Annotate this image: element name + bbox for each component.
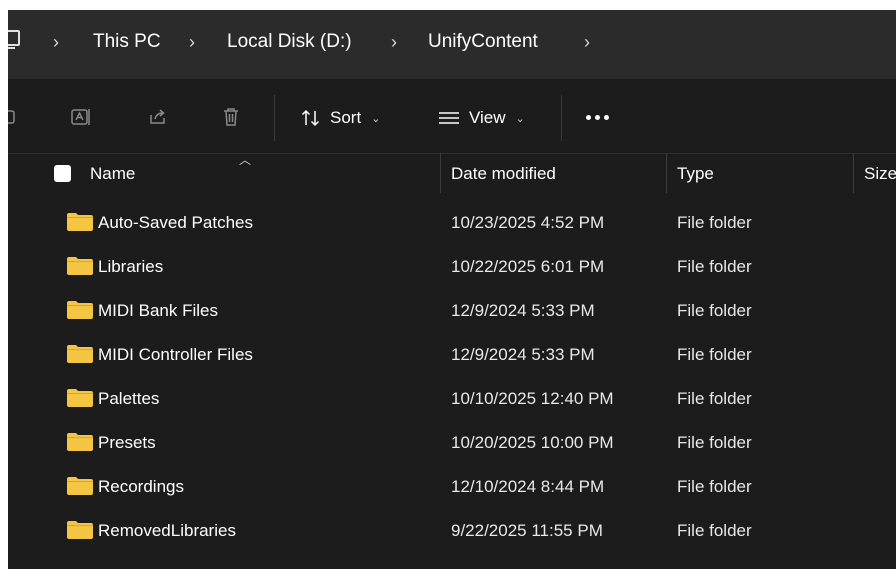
file-type: File folder <box>677 301 752 320</box>
file-name: Presets <box>98 433 156 452</box>
file-list: Auto-Saved Patches 10/23/2025 4:52 PM Fi… <box>8 200 896 552</box>
folder-icon <box>67 301 93 319</box>
folder-icon <box>67 389 93 407</box>
sort-button[interactable]: Sort ⌄ <box>300 103 380 133</box>
computer-icon[interactable] <box>8 30 20 49</box>
file-date-modified: 10/23/2025 4:52 PM <box>451 213 605 232</box>
list-item[interactable]: Palettes 10/10/2025 12:40 PM File folder <box>8 376 896 420</box>
breadcrumb-separator[interactable]: › <box>584 30 590 54</box>
column-divider[interactable] <box>853 153 854 193</box>
address-bar[interactable]: › This PC › Local Disk (D:) › UnifyConte… <box>8 10 896 79</box>
column-divider[interactable] <box>440 153 441 193</box>
folder-icon <box>67 213 93 231</box>
delete-icon[interactable] <box>220 106 242 128</box>
sort-label: Sort <box>330 108 362 127</box>
file-name: MIDI Bank Files <box>98 301 218 320</box>
file-type: File folder <box>677 521 752 540</box>
list-item[interactable]: Auto-Saved Patches 10/23/2025 4:52 PM Fi… <box>8 200 896 244</box>
breadcrumb-local-disk[interactable]: Local Disk (D:) <box>227 30 352 54</box>
file-name: Palettes <box>98 389 160 408</box>
sort-ascending-icon: ︿ <box>239 153 252 167</box>
folder-icon <box>67 433 93 451</box>
file-name: MIDI Controller Files <box>98 345 253 364</box>
chevron-down-icon: ⌄ <box>371 112 381 125</box>
new-folder-icon[interactable] <box>8 106 20 128</box>
file-date-modified: 10/20/2025 10:00 PM <box>451 433 614 452</box>
more-icon <box>595 115 600 120</box>
file-type: File folder <box>677 345 752 364</box>
file-type: File folder <box>677 477 752 496</box>
list-item[interactable]: MIDI Bank Files 12/9/2024 5:33 PM File f… <box>8 288 896 332</box>
view-label: View <box>469 108 506 127</box>
list-item[interactable]: Presets 10/20/2025 10:00 PM File folder <box>8 420 896 464</box>
breadcrumb-unifycontent[interactable]: UnifyContent <box>428 30 538 54</box>
folder-icon <box>67 477 93 495</box>
column-header: ︿ Name Date modified Type Size <box>8 153 896 195</box>
chevron-down-icon: ⌄ <box>515 112 525 125</box>
column-header-size[interactable]: Size <box>864 163 896 185</box>
select-all-checkbox[interactable] <box>54 165 71 182</box>
breadcrumb-separator[interactable]: › <box>391 30 397 54</box>
folder-icon <box>67 521 93 539</box>
sort-icon <box>301 109 320 127</box>
list-item[interactable]: RemovedLibraries 9/22/2025 11:55 PM File… <box>8 508 896 552</box>
view-button[interactable]: View ⌄ <box>437 103 525 133</box>
file-type: File folder <box>677 257 752 276</box>
more-options-button[interactable] <box>586 115 609 120</box>
more-icon <box>604 115 609 120</box>
toolbar-divider <box>561 95 562 141</box>
folder-icon <box>67 345 93 363</box>
more-icon <box>586 115 591 120</box>
file-name: Recordings <box>98 477 184 496</box>
file-date-modified: 9/22/2025 11:55 PM <box>451 521 603 540</box>
view-icon <box>439 112 459 124</box>
breadcrumb-this-pc[interactable]: This PC <box>93 30 161 54</box>
folder-icon <box>67 257 93 275</box>
list-item[interactable]: Recordings 12/10/2024 8:44 PM File folde… <box>8 464 896 508</box>
file-name: Libraries <box>98 257 164 276</box>
file-date-modified: 12/9/2024 5:33 PM <box>451 345 595 364</box>
breadcrumb-separator[interactable]: › <box>189 30 195 54</box>
share-icon[interactable] <box>147 106 169 128</box>
list-item[interactable]: MIDI Controller Files 12/9/2024 5:33 PM … <box>8 332 896 376</box>
column-header-type[interactable]: Type <box>677 163 714 185</box>
file-type: File folder <box>677 433 752 452</box>
column-header-date-modified[interactable]: Date modified <box>451 163 556 185</box>
rename-icon[interactable] <box>70 106 92 128</box>
column-divider[interactable] <box>666 153 667 193</box>
file-type: File folder <box>677 213 752 232</box>
column-header-name[interactable]: Name <box>90 163 135 185</box>
file-date-modified: 10/22/2025 6:01 PM <box>451 257 605 276</box>
list-item[interactable]: Libraries 10/22/2025 6:01 PM File folder <box>8 244 896 288</box>
file-date-modified: 10/10/2025 12:40 PM <box>451 389 614 408</box>
file-name: RemovedLibraries <box>98 521 236 540</box>
breadcrumb-separator[interactable]: › <box>53 30 59 54</box>
file-date-modified: 12/9/2024 5:33 PM <box>451 301 595 320</box>
file-type: File folder <box>677 389 752 408</box>
file-name: Auto-Saved Patches <box>98 213 253 232</box>
command-bar: Sort ⌄ View ⌄ <box>8 79 896 154</box>
file-date-modified: 12/10/2024 8:44 PM <box>451 477 605 496</box>
file-explorer-window: › This PC › Local Disk (D:) › UnifyConte… <box>8 10 896 569</box>
toolbar-divider <box>274 95 275 141</box>
